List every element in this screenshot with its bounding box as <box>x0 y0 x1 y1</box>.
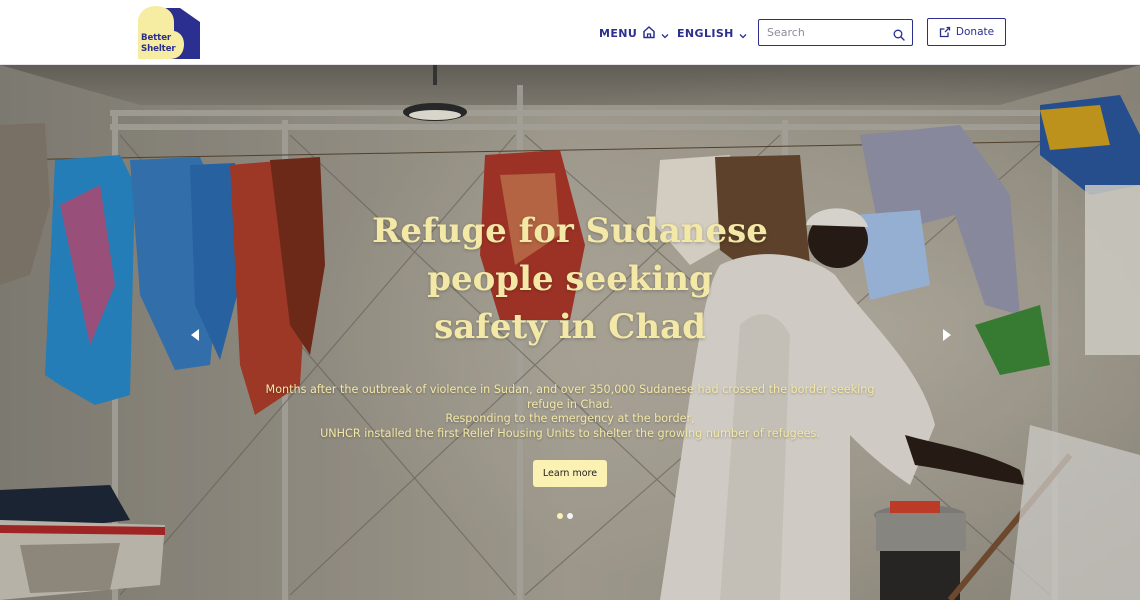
carousel-pagination <box>557 513 573 519</box>
external-link-icon <box>939 23 951 42</box>
search-box <box>758 19 913 46</box>
donate-label: Donate <box>955 26 995 38</box>
donate-button[interactable]: Donate <box>927 18 1006 46</box>
hero-title-line-3: safety in Chad <box>434 307 706 347</box>
logo-text: Better Shelter <box>141 33 191 55</box>
hero-description-line-2: refuge in Chad. <box>527 397 613 411</box>
language-label: ENGLISH <box>677 26 734 40</box>
logo-line-2: Shelter <box>141 44 176 54</box>
hero-carousel: Refuge for Sudanese people seeking safet… <box>0 65 1140 600</box>
search-input[interactable] <box>759 20 887 45</box>
chevron-down-icon <box>661 24 669 43</box>
logo-line-1: Better <box>141 33 172 43</box>
learn-more-button[interactable]: Learn more <box>533 460 607 487</box>
language-selector[interactable]: ENGLISH <box>677 24 747 42</box>
carousel-dot-1[interactable] <box>557 513 563 519</box>
hero-description-line-3: Responding to the emergency at the borde… <box>445 412 695 425</box>
hero-title-line-1: Refuge for Sudanese <box>372 211 768 251</box>
carousel-dot-2[interactable] <box>567 513 573 519</box>
search-icon[interactable] <box>893 26 905 45</box>
hero-description-line-4: UNHCR installed the first Relief Housing… <box>320 426 820 440</box>
chevron-down-icon <box>739 24 747 43</box>
home-icon <box>642 24 656 43</box>
hero-title-line-2: people seeking <box>427 259 713 299</box>
menu-label: MENU <box>599 26 638 40</box>
site-header: Better Shelter MENU ENGLISH Search Donat… <box>0 0 1140 65</box>
hero-description: Months after the outbreak of violence in… <box>250 383 890 441</box>
hero-title: Refuge for Sudanese people seeking safet… <box>330 207 810 351</box>
better-shelter-logo[interactable]: Better Shelter <box>136 4 202 61</box>
arrow-left-icon[interactable] <box>188 327 202 343</box>
menu-button[interactable]: MENU <box>599 24 669 42</box>
arrow-right-icon[interactable] <box>940 327 954 343</box>
hero-description-line-1: Months after the outbreak of violence in… <box>265 383 875 396</box>
